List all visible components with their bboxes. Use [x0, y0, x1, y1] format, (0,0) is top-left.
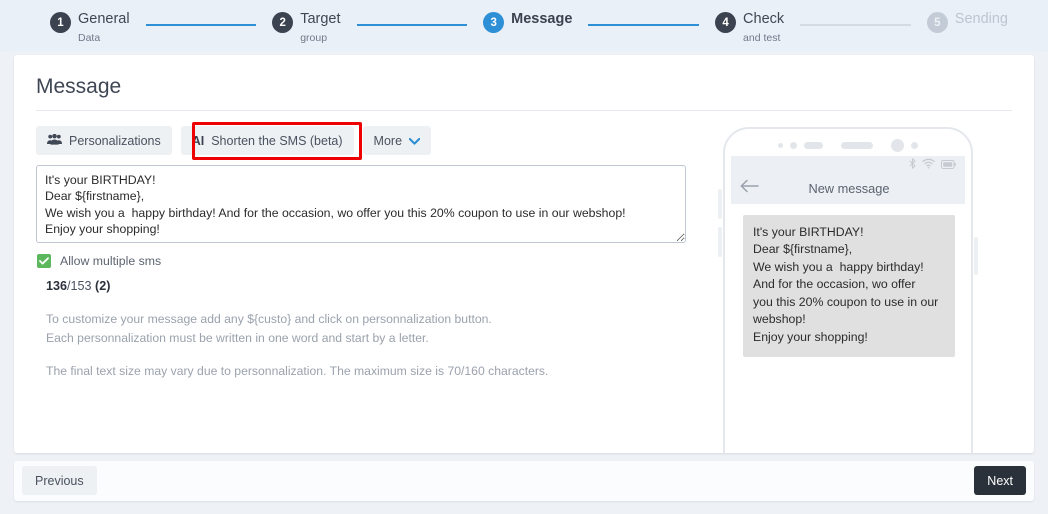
wifi-icon	[922, 156, 935, 174]
step-target[interactable]: 2 Target group	[272, 11, 341, 44]
ai-shorten-label: Shorten the SMS (beta)	[211, 133, 343, 148]
step-check-title: Check	[743, 11, 785, 27]
phone-notch	[723, 135, 973, 155]
sms-preview-bubble: It's your BIRTHDAY! Dear ${firstname}, W…	[743, 215, 955, 358]
step-connector-4	[800, 24, 911, 26]
phone-preview: New message It's your BIRTHDAY! Dear ${f…	[709, 127, 999, 453]
phone-volume-up-button	[718, 189, 722, 219]
more-button[interactable]: More	[362, 126, 432, 155]
people-icon	[47, 133, 62, 148]
ai-shorten-sms-button[interactable]: AI Shorten the SMS (beta)	[180, 126, 354, 155]
earpiece-speaker-icon	[841, 141, 873, 149]
step-message-number: 3	[483, 12, 505, 33]
wizard-stepper: 1 General Data 2 Target group 3 Message	[0, 0, 1048, 52]
bluetooth-icon	[909, 156, 916, 174]
step-sending-number: 5	[926, 12, 948, 33]
previous-button[interactable]: Previous	[22, 466, 97, 495]
counter-total: 153	[70, 279, 92, 293]
allow-multiple-sms-checkbox[interactable]	[37, 254, 51, 268]
sensor-bar-icon	[804, 141, 823, 149]
help-line-2: Each personnalization must be written in…	[46, 330, 429, 345]
battery-icon	[941, 156, 956, 174]
phone-status-bar	[731, 156, 965, 173]
sms-campaign-wizard: 1 General Data 2 Target group 3 Message	[0, 0, 1048, 514]
step-target-title: Target	[300, 11, 341, 27]
help-spacer	[46, 348, 548, 362]
phone-screen-body: It's your BIRTHDAY! Dear ${firstname}, W…	[731, 204, 965, 453]
message-textarea[interactable]	[36, 165, 686, 243]
phone-power-button	[974, 237, 978, 275]
next-button[interactable]: Next	[974, 466, 1026, 495]
help-line-1: To customize your message add any ${cust…	[46, 312, 492, 326]
step-check[interactable]: 4 Check and test	[715, 11, 784, 44]
sensor-dot-icon	[778, 142, 783, 148]
step-general-title: General	[78, 11, 130, 27]
message-card: Message Personalizations AI Shorten the …	[14, 55, 1034, 453]
step-connector-3	[588, 24, 700, 26]
step-connector-1	[145, 24, 257, 26]
step-target-number: 2	[272, 12, 294, 33]
back-arrow-icon[interactable]	[740, 179, 759, 198]
step-message-title: Message	[511, 11, 573, 27]
step-general-subtitle: Data	[78, 31, 101, 44]
step-sending-title: Sending	[954, 11, 1008, 27]
title-divider	[36, 110, 1012, 111]
phone-screen-header: New message	[731, 173, 965, 204]
step-general[interactable]: 1 General Data	[50, 11, 130, 44]
allow-multiple-sms-label: Allow multiple sms	[60, 254, 162, 268]
counter-parts: (2)	[95, 279, 111, 293]
phone-volume-down-button	[718, 227, 722, 257]
step-message[interactable]: 3 Message	[483, 11, 572, 33]
character-counter: 136/153 (2)	[46, 279, 110, 293]
page-title: Message	[36, 75, 122, 98]
help-text: To customize your message add any ${cust…	[46, 310, 548, 381]
personalizations-label: Personalizations	[69, 133, 161, 148]
wizard-footer: Previous Next	[14, 461, 1034, 501]
personalizations-button[interactable]: Personalizations	[36, 126, 172, 155]
chevron-down-icon	[408, 134, 421, 148]
allow-multiple-sms-row[interactable]: Allow multiple sms	[37, 254, 161, 268]
step-sending: 5 Sending	[926, 11, 1008, 33]
ai-shorten-tag: AI	[191, 133, 205, 148]
more-label: More	[373, 133, 403, 148]
sensor-dot-icon	[911, 141, 918, 149]
step-check-subtitle: and test	[743, 31, 781, 44]
step-connector-2	[356, 24, 468, 26]
sensor-dot-icon	[790, 141, 797, 149]
front-camera-icon	[891, 138, 904, 152]
step-check-number: 4	[715, 12, 737, 33]
step-target-subtitle: group	[300, 31, 328, 44]
help-line-3: The final text size may vary due to pers…	[46, 363, 549, 378]
editor-toolbar: Personalizations AI Shorten the SMS (bet…	[36, 126, 432, 155]
counter-used: 136	[46, 279, 68, 293]
step-general-number: 1	[50, 12, 71, 33]
phone-screen-title: New message	[808, 181, 890, 196]
